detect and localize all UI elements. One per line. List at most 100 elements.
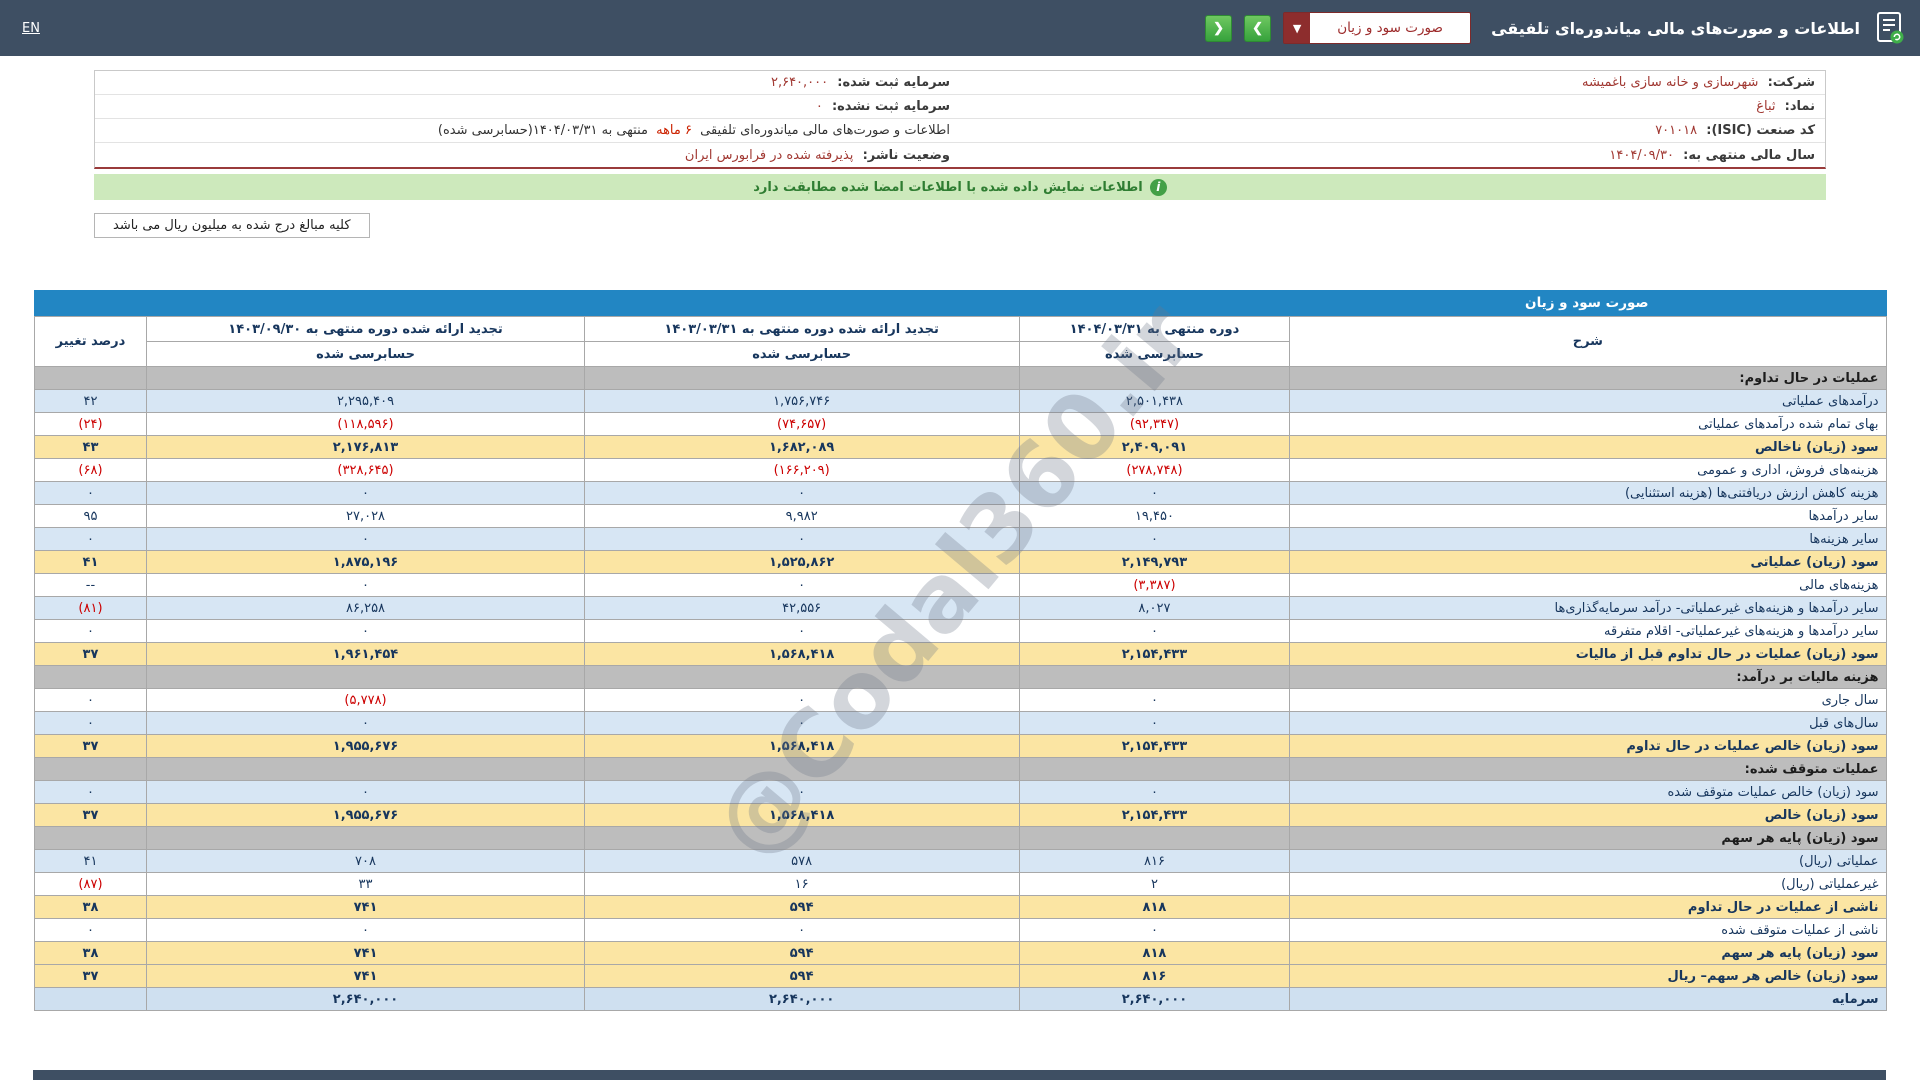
row-label: سود (زیان) خالص bbox=[1289, 803, 1887, 827]
cell-value: ۰ bbox=[146, 619, 585, 643]
cell-value: (۳۲۸,۶۴۵) bbox=[146, 458, 585, 482]
cell-value: ۸۱۸ bbox=[1018, 941, 1291, 965]
cell-value: (۸۷) bbox=[33, 872, 148, 896]
statement-data-row: سود (زیان) خالص عملیات در حال تداوم ۲,۱۵۴… bbox=[33, 734, 1887, 758]
row-label: سود (زیان) خالص عملیات در حال تداوم bbox=[1289, 734, 1887, 758]
cell-value: ۰ bbox=[1018, 918, 1291, 942]
row-label: سود (زیان) عملیات در حال تداوم قبل از ما… bbox=[1289, 642, 1887, 666]
row-label: ناشی از عملیات متوقف شده bbox=[1289, 918, 1887, 942]
statement-section-row: سود (زیان) پایه هر سهم bbox=[33, 826, 1887, 850]
row-label: هزینه‌های مالی bbox=[1289, 573, 1887, 597]
cell-value: ۸۱۶ bbox=[1018, 964, 1291, 988]
cell-value: ۱,۵۶۸,۴۱۸ bbox=[583, 734, 1020, 758]
cell-value bbox=[146, 757, 585, 781]
statement-data-row: سود (زیان) خالص ۲,۱۵۴,۴۳۳ ۱,۵۶۸,۴۱۸ ۱,۹۵۵,۶… bbox=[33, 803, 1887, 827]
statement-data-row: سایر هزینه‌ها ۰ ۰ ۰ ۰ bbox=[33, 527, 1887, 551]
cell-value: (۱۱۸,۵۹۶) bbox=[146, 412, 585, 436]
cell-value bbox=[33, 366, 148, 390]
statement-data-row: سود (زیان) عملیاتی ۲,۱۴۹,۷۹۳ ۱,۵۲۵,۸۶۲ ۱,۸۷… bbox=[33, 550, 1887, 574]
row-label: عملیات در حال تداوم: bbox=[1289, 366, 1887, 390]
cell-value bbox=[33, 757, 148, 781]
statement-data-row: ناشی از عملیات در حال تداوم ۸۱۸ ۵۹۴ ۷۴۱ ۳۸ bbox=[33, 895, 1887, 919]
cell-value bbox=[33, 826, 148, 850]
chevron-left-icon: ❮ bbox=[1213, 20, 1225, 35]
statement-data-row: هزینه‌های فروش، اداری و عمومی (۲۷۸,۷۴۸) (۱… bbox=[33, 458, 1887, 482]
row-label: سایر درآمدها و هزینه‌های غیرعملیاتی- اقل… bbox=[1289, 619, 1887, 643]
cell-value: ۰ bbox=[146, 527, 585, 551]
row-label: بهای تمام شده درآمدهای عملیاتی bbox=[1289, 412, 1887, 436]
footer-bar bbox=[33, 1070, 1886, 1080]
report-type-select[interactable]: صورت سود و زیان ▼ bbox=[1283, 12, 1472, 44]
cell-value: ۰ bbox=[583, 481, 1020, 505]
cell-value: ۰ bbox=[583, 573, 1020, 597]
cell-value bbox=[583, 665, 1020, 689]
language-toggle-link[interactable]: EN bbox=[14, 21, 40, 36]
cell-value: ۰ bbox=[583, 527, 1020, 551]
row-label: سود (زیان) خالص عملیات متوقف شده bbox=[1289, 780, 1887, 804]
cell-value: ۰ bbox=[146, 481, 585, 505]
cell-value: ۰ bbox=[583, 711, 1020, 735]
company-name[interactable]: شهرسازی و خانه سازی باغمیشه bbox=[1582, 75, 1758, 90]
cell-value: (۸۱) bbox=[33, 596, 148, 620]
statement-title: صورت سود و زیان bbox=[1525, 295, 1649, 311]
row-label: سود (زیان) پایه هر سهم bbox=[1289, 826, 1887, 850]
cell-value: ۰ bbox=[583, 688, 1020, 712]
cell-value: ۲ bbox=[1018, 872, 1291, 896]
cell-value: ۰ bbox=[146, 573, 585, 597]
period-note-part2: منتهی به ۱۴۰۴/۰۳/۳۱(حسابرسی شده) bbox=[437, 123, 648, 138]
cell-value: ۰ bbox=[1018, 527, 1291, 551]
cell-value bbox=[33, 987, 148, 1011]
cell-value: ۷۰۸ bbox=[146, 849, 585, 873]
info-row-isic: کد صنعت (ISIC): ۷۰۱۰۱۸ اطلاعات و صورت‌ها… bbox=[95, 119, 1825, 143]
cell-value: ۲,۲۹۵,۴۰۹ bbox=[146, 389, 585, 413]
cell-value: ۲,۱۵۴,۴۳۳ bbox=[1018, 803, 1291, 827]
cell-value: ۲,۴۰۹,۰۹۱ bbox=[1018, 435, 1291, 459]
cell-value: ۲,۱۵۴,۴۳۳ bbox=[1018, 734, 1291, 758]
fiscal-year-label: سال مالی منتهی به: bbox=[1683, 147, 1815, 163]
cell-value: ۸,۰۲۷ bbox=[1018, 596, 1291, 620]
cell-value bbox=[1018, 665, 1291, 689]
statement-data-row: درآمدهای عملیاتی ۲,۵۰۱,۴۳۸ ۱,۷۵۶,۷۴۶ ۲,۲۹۵,… bbox=[33, 389, 1887, 413]
chevron-down-icon: ▼ bbox=[1284, 13, 1311, 43]
cell-value: (۹۲,۳۴۷) bbox=[1018, 412, 1291, 436]
info-row-fiscal: سال مالی منتهی به: ۱۴۰۴/۰۹/۳۰ وضعیت ناشر… bbox=[95, 143, 1825, 167]
statement-data-row: سایر درآمدها ۱۹,۴۵۰ ۹,۹۸۲ ۲۷,۰۲۸ ۹۵ bbox=[33, 504, 1887, 528]
cell-value: ۴۱ bbox=[33, 849, 148, 873]
cell-value: (۳,۳۸۷) bbox=[1018, 573, 1291, 597]
cell-value: ۱۶ bbox=[583, 872, 1020, 896]
col-header-description: شرح bbox=[1289, 316, 1887, 367]
registered-capital-value: ۲,۶۴۰,۰۰۰ bbox=[770, 75, 829, 90]
nav-next-button[interactable]: ❯ bbox=[1244, 14, 1272, 42]
cell-value: ۳۸ bbox=[33, 895, 148, 919]
cell-value: ۷۴۱ bbox=[146, 964, 585, 988]
cell-value: ۳۷ bbox=[33, 734, 148, 758]
info-icon: i bbox=[1149, 178, 1167, 196]
col-header-restated-prior-quarter: تجدید ارائه شده دوره منتهی به ۱۴۰۳/۰۳/۳۱ bbox=[583, 316, 1020, 342]
statement-section-row: هزینه مالیات بر درآمد: bbox=[33, 665, 1887, 689]
cell-value: ۱,۷۵۶,۷۴۶ bbox=[583, 389, 1020, 413]
info-row-symbol: نماد: ثباغ سرمایه ثبت نشده: ۰ bbox=[95, 95, 1825, 119]
cell-value bbox=[1018, 757, 1291, 781]
row-label: هزینه کاهش ارزش دریافتنی‌ها (هزینه استثن… bbox=[1289, 481, 1887, 505]
cell-value: ۱,۹۵۵,۶۷۶ bbox=[146, 734, 585, 758]
publisher-status-value: پذیرفته شده در فرابورس ایران bbox=[684, 147, 854, 163]
cell-value: ۲,۶۴۰,۰۰۰ bbox=[1018, 987, 1291, 1011]
company-label: شرکت: bbox=[1767, 75, 1815, 90]
period-note-months: ۶ ماهه bbox=[656, 123, 692, 138]
statement-data-row: سایر درآمدها و هزینه‌های غیرعملیاتی- درآ… bbox=[33, 596, 1887, 620]
cell-value: ۳۷ bbox=[33, 964, 148, 988]
statement-table: شرح دوره منتهی به ۱۴۰۴/۰۳/۳۱ تجدید ارائه… bbox=[33, 316, 1887, 1011]
company-info-card: شرکت: شهرسازی و خانه سازی باغمیشه سرمایه… bbox=[94, 70, 1826, 169]
row-label: سود (زیان) ناخالص bbox=[1289, 435, 1887, 459]
nav-prev-button[interactable]: ❮ bbox=[1205, 14, 1233, 42]
row-label: سایر هزینه‌ها bbox=[1289, 527, 1887, 551]
cell-value: ۱,۹۵۵,۶۷۶ bbox=[146, 803, 585, 827]
unregistered-capital-value: ۰ bbox=[815, 99, 823, 114]
cell-value: ۳۸ bbox=[33, 941, 148, 965]
audited-label: حسابرسی شده bbox=[146, 341, 585, 367]
statement-header-row: شرح دوره منتهی به ۱۴۰۴/۰۳/۳۱ تجدید ارائه… bbox=[33, 316, 1887, 367]
row-label: سرمایه bbox=[1289, 987, 1887, 1011]
cell-value: ۲۷,۰۲۸ bbox=[146, 504, 585, 528]
cell-value: ۷۴۱ bbox=[146, 895, 585, 919]
report-icon[interactable] bbox=[1872, 10, 1906, 46]
